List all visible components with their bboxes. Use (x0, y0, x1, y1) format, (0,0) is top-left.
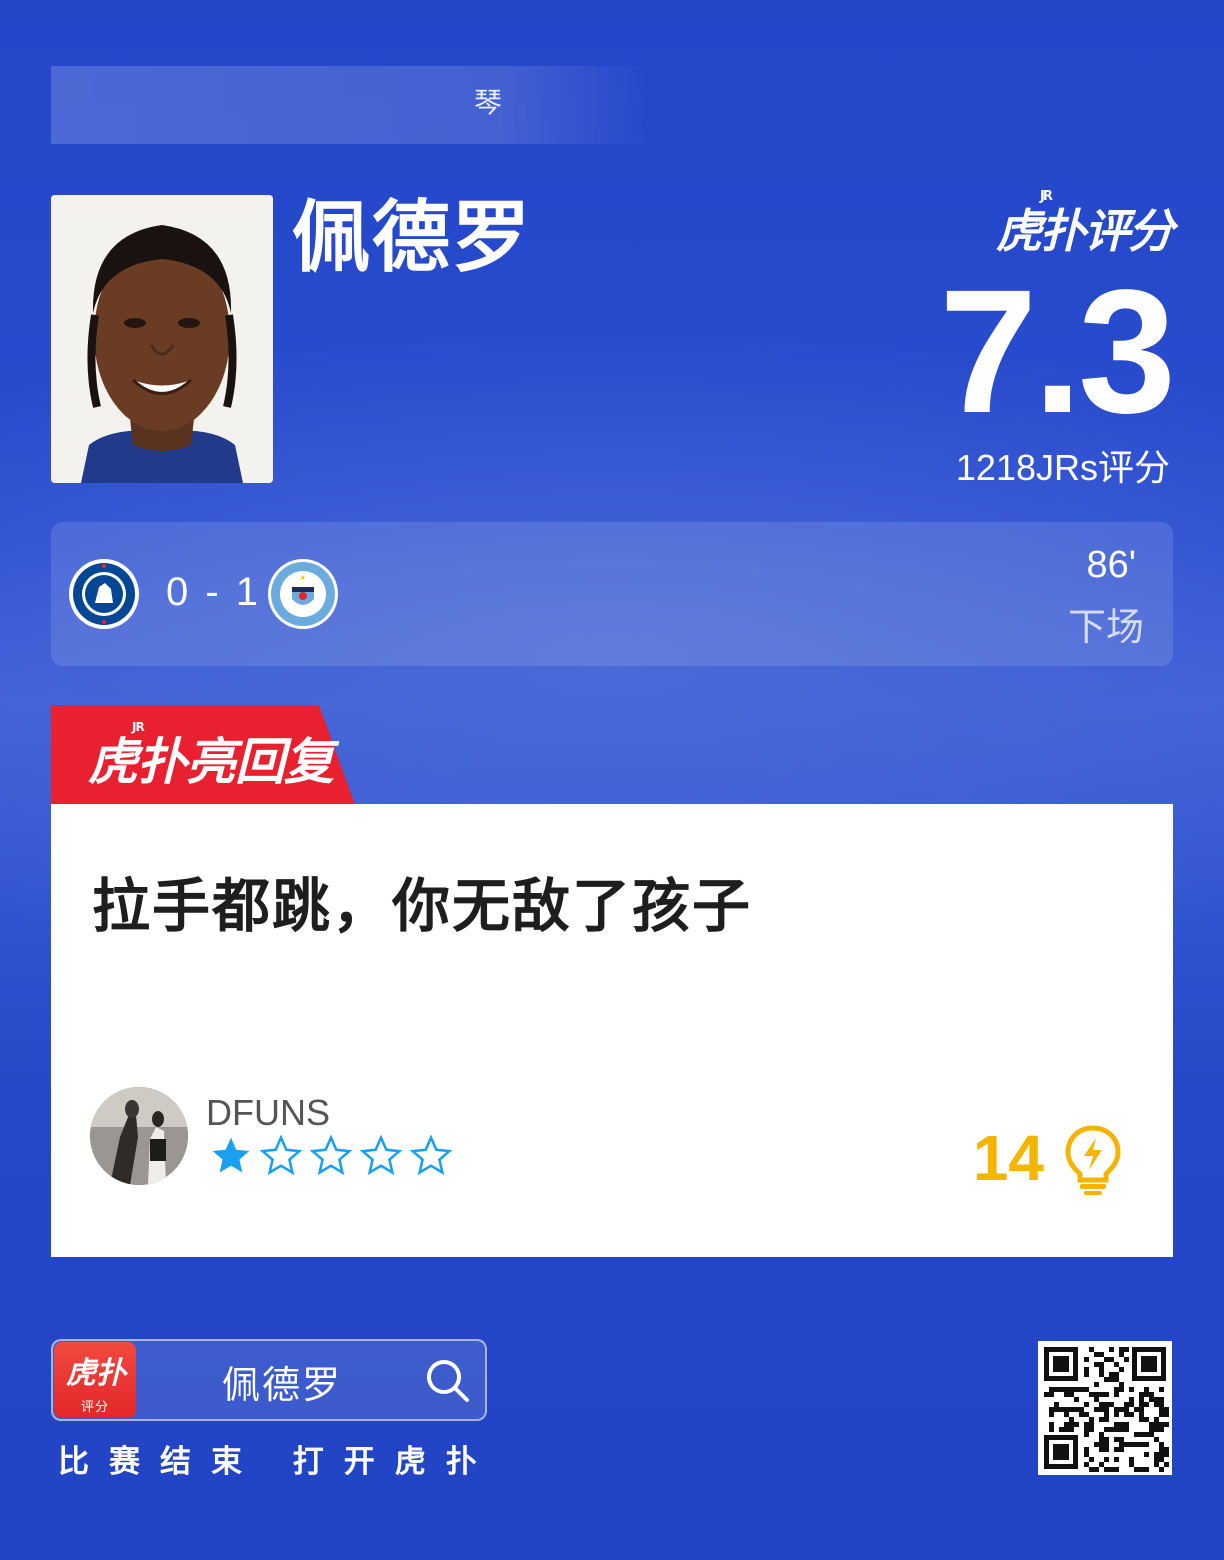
hupu-rating-logo: 虎扑评分 JR (996, 189, 1174, 261)
star-empty-icon (309, 1134, 353, 1176)
like-count: 14 (972, 1122, 1044, 1194)
brand-logo-text: 虎扑评分 (996, 204, 1174, 258)
star-empty-icon (409, 1134, 453, 1176)
hot-reply-tag-jr: JR (132, 720, 145, 734)
search-keyword[interactable]: 佩德罗 (222, 1354, 342, 1409)
hupu-app-icon-text: 虎扑 (66, 1356, 126, 1391)
chelsea-badge-icon (69, 559, 139, 629)
hot-reply-tag-label: 虎扑亮回复 (88, 733, 334, 791)
user-level-stars (208, 1134, 454, 1178)
player-name: 佩德罗 (292, 193, 533, 283)
reply-username[interactable]: DFUNS (206, 1092, 330, 1134)
substitution-minute: 86' (1086, 544, 1136, 586)
manchester-city-badge-icon (268, 559, 338, 629)
match-score: 0 - 1 (166, 570, 262, 614)
brand-logo-jr: JR (1040, 189, 1053, 204)
avatar[interactable] (90, 1087, 188, 1185)
footer-tagline: 比赛结束 打开虎扑 (58, 1444, 497, 1480)
search-icon[interactable] (424, 1357, 470, 1403)
top-banner (51, 66, 651, 144)
hot-reply-tag-text: 虎扑亮回复 JR (88, 720, 334, 794)
hupu-app-icon-sub: 评分 (80, 1400, 109, 1415)
star-filled-icon (212, 1137, 250, 1173)
reply-text: 拉手都跳，你无敌了孩子 (92, 872, 753, 940)
star-empty-icon (359, 1134, 403, 1176)
rating-votes: 1218JRs评分 (955, 447, 1170, 488)
player-photo (51, 195, 273, 483)
top-banner-mark: 琴 (474, 86, 503, 119)
substitution-label: 下场 (1067, 605, 1144, 649)
qr-code (1038, 1341, 1172, 1475)
star-empty-icon (259, 1134, 303, 1176)
rating-score: 7.3 (939, 254, 1176, 450)
lightbulb-icon[interactable] (1062, 1124, 1124, 1196)
